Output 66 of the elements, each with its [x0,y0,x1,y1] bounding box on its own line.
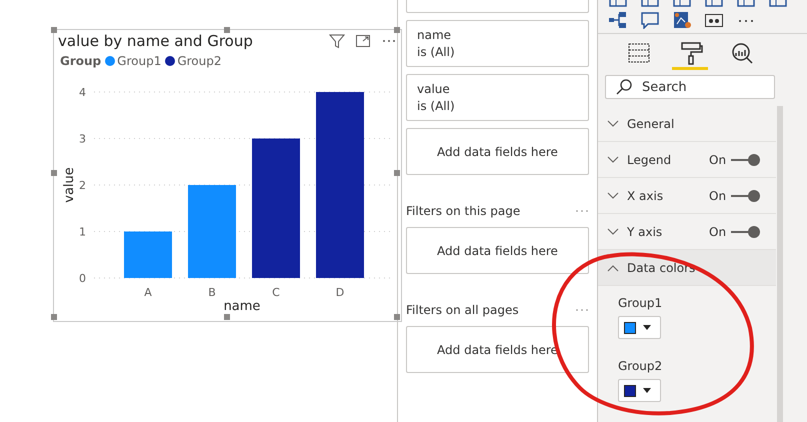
x-axis-title: name [224,299,260,314]
section-label: Legend [627,152,672,166]
hierarchy-icon[interactable] [608,11,628,30]
resize-handle[interactable] [394,314,400,320]
chevron-down-icon [607,120,619,128]
x-tick-label: D [336,286,344,299]
chevron-down-icon [607,228,619,236]
toggle-label: On [709,188,726,202]
caret-icon [643,388,651,393]
y-tick-label: 3 [79,132,86,146]
filter-icon[interactable] [329,33,345,49]
x-tick-label: C [272,286,280,299]
chart-title: value by name and Group [58,32,254,50]
section-title: Filters on this page [406,204,520,218]
scrollbar[interactable] [777,106,783,422]
resize-handle[interactable] [394,170,400,176]
section-label: General [627,116,676,130]
format-section-header[interactable]: X axis On [598,178,776,214]
drop-zone[interactable]: Add data fields here [406,128,589,175]
x-tick-label: A [144,286,152,299]
resize-handle[interactable] [224,314,230,320]
more-icon[interactable] [575,307,589,313]
more-icon[interactable] [575,208,589,214]
resize-handle[interactable] [51,314,57,320]
filter-condition: is (All) [417,98,456,115]
caret-icon [643,325,651,330]
legend-label: Group1 [117,54,162,68]
drop-zone[interactable]: Add data fields here [406,227,589,274]
section-title: Filters on all pages [406,303,519,317]
chevron-up-icon [607,264,619,272]
filter-condition: is (All) [417,44,456,61]
toggle-label: On [709,224,726,238]
resize-handle[interactable] [394,27,400,33]
color-picker[interactable] [618,379,661,402]
map-icon[interactable] [672,11,692,30]
filter-field[interactable]: value [417,81,578,98]
x-tick-label: B [208,286,216,299]
color-label: Group1 [618,296,664,310]
resize-handle[interactable] [51,27,57,33]
search-input[interactable]: Search [640,78,764,96]
search-icon [616,79,632,96]
chevron-down-icon [607,192,619,200]
format-section-header[interactable]: General [598,106,776,142]
format-section-header[interactable]: Legend On [598,142,776,178]
section-label: X axis [627,188,664,202]
toggle-switch[interactable] [730,224,762,238]
color-label: Group2 [618,359,664,373]
y-axis-title: value [62,167,77,203]
resize-handle[interactable] [224,27,230,33]
chevron-down-icon [607,156,619,164]
toggle-switch[interactable] [730,188,762,202]
toggle-label: On [709,152,726,166]
y-tick-label: 0 [79,272,86,285]
resize-handle[interactable] [51,170,57,176]
expand-icon[interactable] [355,33,371,49]
y-tick-label: 4 [79,86,86,99]
y-tick-label: 2 [79,179,86,192]
color-picker[interactable] [618,316,661,339]
search-field[interactable]: Search [605,75,775,99]
filter-field[interactable]: name [417,27,578,44]
legend-title: Group [60,54,102,68]
toggle-switch[interactable] [730,152,762,166]
y-tick-label: 1 [79,226,86,238]
section-label: Y axis [627,224,664,238]
speech-bubble-icon[interactable] [640,11,660,30]
legend-label: Group2 [177,54,222,68]
